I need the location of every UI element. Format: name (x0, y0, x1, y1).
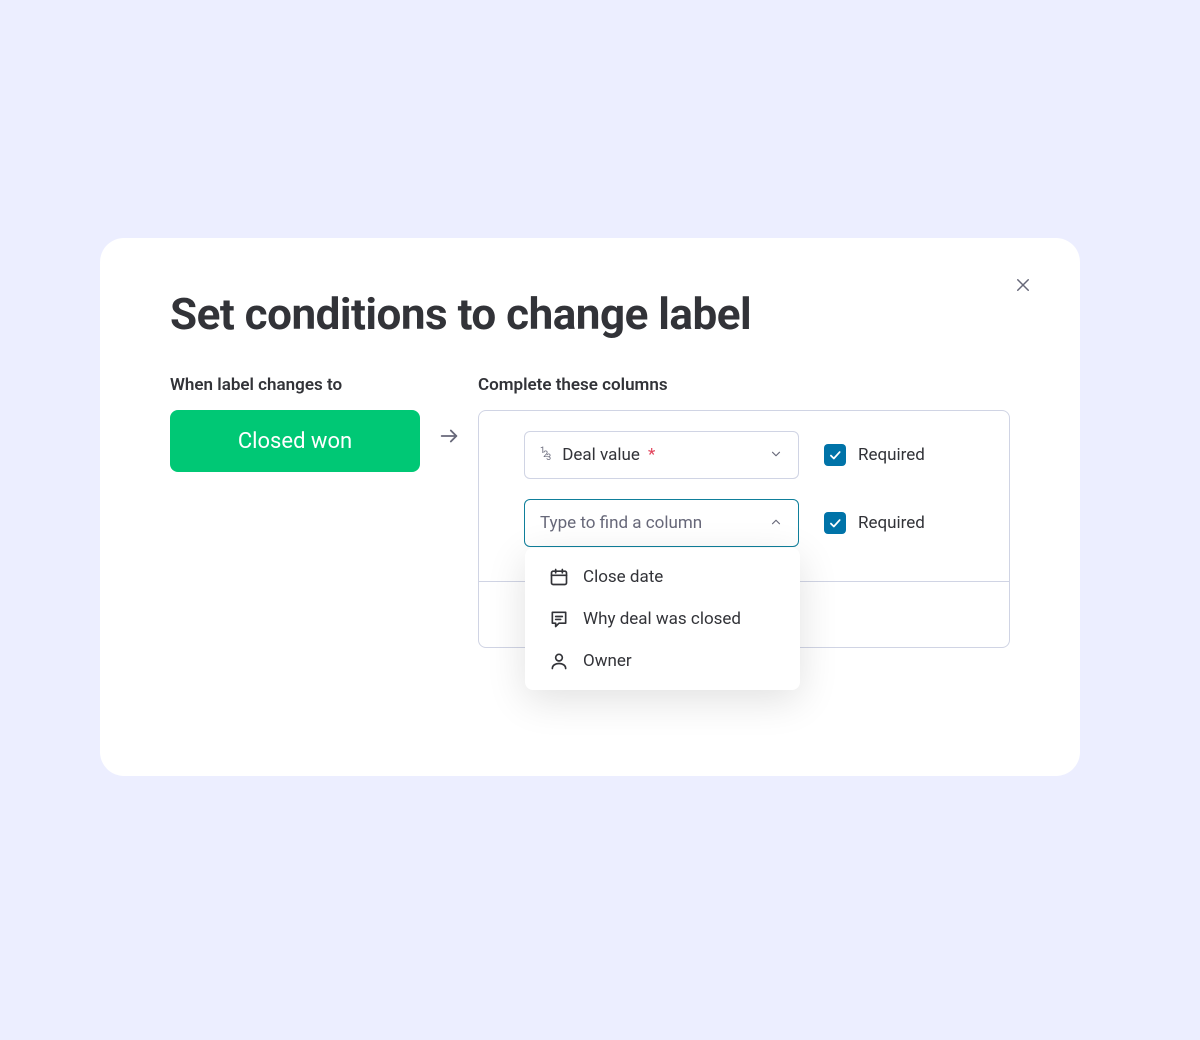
required-toggle: Required (824, 444, 925, 466)
required-toggle: Required (824, 512, 925, 534)
required-checkbox[interactable] (824, 444, 846, 466)
columns-box: 123 Deal value * (478, 410, 1010, 648)
required-label: Required (858, 445, 925, 465)
dropdown-item-label: Owner (583, 651, 632, 671)
chevron-up-icon (769, 514, 783, 533)
required-asterisk: * (644, 445, 656, 465)
set-conditions-modal: Set conditions to change label When labe… (100, 238, 1080, 776)
column-search-input[interactable]: Type to find a column (524, 499, 799, 547)
dropdown-item-label: Why deal was closed (583, 609, 741, 629)
modal-body: When label changes to Closed won Complet… (170, 375, 1010, 648)
required-checkbox[interactable] (824, 512, 846, 534)
dropdown-item-label: Close date (583, 567, 663, 587)
columns-label: Complete these columns (478, 375, 1010, 395)
person-icon (549, 651, 569, 671)
status-closed-won[interactable]: Closed won (170, 410, 420, 472)
dropdown-item-close-date[interactable]: Close date (525, 556, 800, 598)
trigger-label: When label changes to (170, 375, 420, 395)
close-icon (1014, 276, 1032, 294)
trigger-section: When label changes to Closed won (170, 375, 420, 472)
column-select-deal-value[interactable]: 123 Deal value * (524, 431, 799, 479)
column-dropdown: Close date Why deal (525, 548, 800, 690)
columns-section: Complete these columns 123 Deal value * (478, 375, 1010, 648)
modal-title: Set conditions to change label (170, 288, 1010, 340)
dropdown-item-owner[interactable]: Owner (525, 640, 800, 682)
numbers-icon: 123 (540, 450, 550, 460)
column-name: Deal value * (562, 445, 769, 465)
dropdown-item-why-closed[interactable]: Why deal was closed (525, 598, 800, 640)
column-row-search: Type to find a column (479, 499, 1009, 547)
required-label: Required (858, 513, 925, 533)
column-row-deal-value: 123 Deal value * (479, 431, 1009, 479)
search-placeholder: Type to find a column (540, 513, 769, 533)
chat-icon (549, 609, 569, 629)
close-button[interactable] (1011, 273, 1035, 297)
arrow-icon (438, 425, 460, 447)
chevron-down-icon (769, 446, 783, 465)
calendar-icon (549, 567, 569, 587)
